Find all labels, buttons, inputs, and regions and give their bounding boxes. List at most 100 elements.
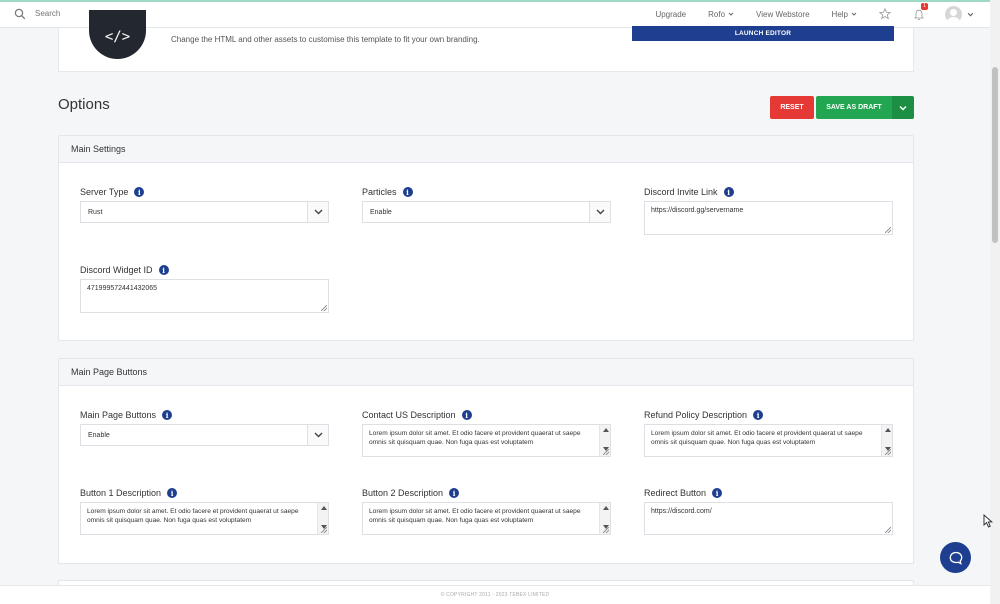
field-label: Main Page Buttons i [80, 410, 173, 420]
star-icon[interactable] [879, 8, 891, 20]
chevron-down-icon [899, 105, 907, 110]
footer: © COPYRIGHT 2011 - 2023 TEBEX LIMITED [0, 585, 990, 604]
button2-textarea[interactable]: Lorem ipsum dolor sit amet. Et odio face… [362, 502, 611, 535]
resize-handle[interactable] [321, 527, 327, 533]
select-value: Rust [88, 208, 103, 216]
field-label-text: Main Page Buttons [80, 410, 157, 420]
discord-invite-field: Discord Invite Link i https://discord.gg/… [644, 187, 893, 235]
field-label: Refund Policy Description i [644, 410, 764, 420]
refund-policy-field: Refund Policy Description i Lorem ipsum d… [644, 410, 893, 457]
particles-field: Particles i Enable [362, 187, 611, 223]
textarea-value: Lorem ipsum dolor sit amet. Et odio face… [369, 508, 581, 524]
select-value: Enable [88, 431, 110, 439]
chevron-down-icon[interactable] [307, 425, 328, 445]
info-icon[interactable]: i [753, 410, 764, 420]
resize-handle[interactable] [885, 527, 891, 533]
account-menu-label: Rofo [708, 9, 726, 19]
chevron-down-icon[interactable] [589, 202, 610, 222]
page-title: Options [58, 96, 110, 113]
textarea-value: Lorem ipsum dolor sit amet. Et odio face… [87, 508, 299, 524]
resize-handle[interactable] [885, 227, 891, 233]
chevron-down-icon[interactable] [967, 11, 974, 18]
select-value: Enable [370, 208, 392, 216]
input-value: 471999572441432065 [87, 285, 158, 292]
search-icon[interactable] [14, 8, 26, 20]
field-label: Contact US Description i [362, 410, 472, 420]
main-page-buttons-field: Main Page Buttons i Enable [80, 410, 329, 446]
button2-field: Button 2 Description i Lorem ipsum dolor … [362, 488, 611, 535]
help-menu[interactable]: Help [832, 10, 857, 19]
field-label: Server Type i [80, 187, 145, 197]
upgrade-link[interactable]: Upgrade [655, 10, 686, 19]
help-menu-label: Help [831, 9, 848, 19]
top-navbar: Upgrade Rofo View Webstore Help 1 [0, 0, 990, 28]
chevron-down-icon [728, 12, 734, 16]
code-icon: </> [89, 10, 146, 59]
discord-widget-input[interactable]: 471999572441432065 [80, 279, 329, 313]
particles-select[interactable]: Enable [362, 201, 611, 223]
resize-handle[interactable] [321, 305, 327, 311]
button1-textarea[interactable]: Lorem ipsum dolor sit amet. Et odio face… [80, 502, 329, 535]
field-label-text: Discord Invite Link [644, 187, 718, 197]
editor-card: </> Change the HTML and other assets to … [58, 10, 914, 72]
main-page-buttons-section: Main Page Buttons Main Page Buttons i Ena… [58, 358, 914, 564]
bell-icon [914, 9, 924, 21]
save-options-dropdown-button[interactable] [892, 96, 914, 119]
info-icon[interactable]: i [158, 265, 169, 275]
discord-widget-field: Discord Widget ID i 471999572441432065 [80, 265, 329, 313]
reset-button[interactable]: RESET [770, 96, 814, 119]
copyright-text: © COPYRIGHT 2011 - 2023 TEBEX LIMITED [440, 592, 550, 598]
button1-field: Button 1 Description i Lorem ipsum dolor … [80, 488, 329, 535]
discord-invite-input[interactable]: https://discord.gg/servername [644, 201, 893, 235]
main-settings-section: Main Settings Server Type i Rust Particle… [58, 135, 914, 341]
field-label-text: Button 1 Description [80, 488, 162, 498]
chat-bubble-icon [949, 551, 962, 565]
server-type-select[interactable]: Rust [80, 201, 329, 223]
resize-handle[interactable] [603, 449, 609, 455]
info-icon[interactable]: i [162, 410, 173, 420]
notifications-button[interactable]: 1 [913, 3, 928, 21]
info-icon[interactable]: i [449, 488, 460, 498]
field-label: Button 2 Description i [362, 488, 460, 498]
info-icon[interactable]: i [461, 410, 472, 420]
contact-us-textarea[interactable]: Lorem ipsum dolor sit amet. Et odio face… [362, 424, 611, 457]
notification-badge: 1 [921, 3, 928, 10]
redirect-button-field: Redirect Button i https://discord.com/ [644, 488, 893, 535]
editor-description: Change the HTML and other assets to cust… [171, 35, 480, 44]
field-label-text: Contact US Description [362, 410, 456, 420]
launch-editor-button[interactable]: LAUNCH EDITOR [632, 26, 894, 41]
textarea-value: Lorem ipsum dolor sit amet. Et odio face… [651, 430, 863, 446]
resize-handle[interactable] [603, 527, 609, 533]
field-label: Discord Widget ID i [80, 265, 169, 275]
save-as-draft-button[interactable]: SAVE AS DRAFT [816, 96, 892, 119]
account-menu[interactable]: Rofo [708, 10, 734, 19]
input-value: https://discord.com/ [651, 508, 712, 515]
section-heading: Main Page Buttons [59, 359, 913, 386]
field-label-text: Discord Widget ID [80, 265, 153, 275]
field-label-text: Refund Policy Description [644, 410, 748, 420]
field-label: Redirect Button i [644, 488, 723, 498]
textarea-value: Lorem ipsum dolor sit amet. Et odio face… [369, 430, 581, 446]
info-icon[interactable]: i [723, 187, 734, 197]
field-label-text: Redirect Button [644, 488, 707, 498]
input-value: https://discord.gg/servername [651, 207, 744, 214]
info-icon[interactable]: i [402, 187, 413, 197]
contact-us-field: Contact US Description i Lorem ipsum dolo… [362, 410, 611, 457]
chevron-down-icon[interactable] [307, 202, 328, 222]
field-label: Button 1 Description i [80, 488, 178, 498]
scrollbar-thumb[interactable] [992, 67, 998, 243]
info-icon[interactable]: i [134, 187, 145, 197]
avatar[interactable] [945, 5, 962, 23]
server-type-field: Server Type i Rust [80, 187, 329, 223]
view-webstore-link[interactable]: View Webstore [756, 10, 810, 19]
field-label-text: Server Type [80, 187, 129, 197]
redirect-button-input[interactable]: https://discord.com/ [644, 502, 893, 535]
refund-policy-textarea[interactable]: Lorem ipsum dolor sit amet. Et odio face… [644, 424, 893, 457]
info-icon[interactable]: i [712, 488, 723, 498]
chat-button[interactable] [940, 542, 971, 573]
resize-handle[interactable] [885, 449, 891, 455]
field-label-text: Particles [362, 187, 397, 197]
main-page-buttons-select[interactable]: Enable [80, 424, 329, 446]
info-icon[interactable]: i [167, 488, 178, 498]
field-label-text: Button 2 Description [362, 488, 444, 498]
